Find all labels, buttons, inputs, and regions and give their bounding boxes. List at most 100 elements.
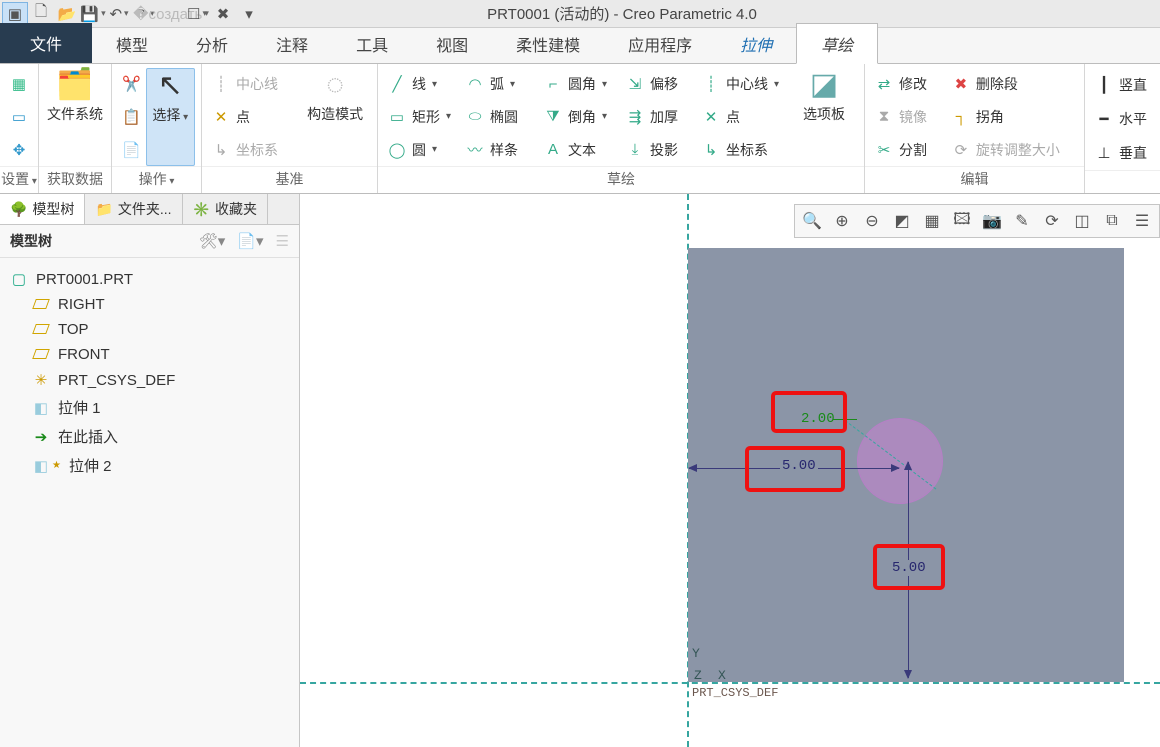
folder-icon: 📁 <box>95 201 112 218</box>
datum-csys[interactable]: ↳坐标系 <box>208 136 299 164</box>
sk-line[interactable]: ╱线 <box>384 70 462 98</box>
sk-csys[interactable]: ↳坐标系 <box>698 136 790 164</box>
cut-icon[interactable]: ✂️ <box>118 70 146 98</box>
tree-extrude-2[interactable]: ◧★拉伸 2 <box>28 451 293 480</box>
ed-delseg[interactable]: ✖删除段 <box>948 70 1078 98</box>
shaded-icon[interactable]: ▦ <box>918 208 946 234</box>
perspective-icon[interactable]: ⧉ <box>1098 208 1126 234</box>
copy-icon[interactable]: 📋 <box>118 103 146 131</box>
cursor-icon: ↖ <box>158 71 183 101</box>
sk-arc[interactable]: ◠弧 <box>462 70 540 98</box>
sk-offset[interactable]: ⇲偏移 <box>622 70 698 98</box>
zoom-in-icon[interactable]: ⊕ <box>828 208 856 234</box>
tree-csys[interactable]: ✳PRT_CSYS_DEF <box>28 367 293 393</box>
paste-icon[interactable]: 📄 <box>118 136 146 164</box>
sk-rect[interactable]: ▭矩形 <box>384 103 462 131</box>
ed-divide[interactable]: ✂分割 <box>871 136 948 164</box>
ed-corner[interactable]: ┐拐角 <box>948 103 1078 131</box>
setup-grid-icon[interactable]: ▦ <box>6 70 32 98</box>
tab-extrude[interactable]: 拉伸 <box>716 24 796 63</box>
sk-point[interactable]: ✕点 <box>698 103 790 131</box>
tree-insert-here[interactable]: ➔在此插入 <box>28 422 293 451</box>
tab-sketch[interactable]: 草绘 <box>796 23 878 64</box>
ed-rotrsz[interactable]: ⟳旋转调整大小 <box>948 136 1078 164</box>
star-badge-icon: ★ <box>52 460 61 471</box>
select-button[interactable]: ↖ 选择 <box>146 68 195 166</box>
navtab-favorites[interactable]: ✳️收藏夹 <box>183 194 268 224</box>
zoom-out-icon[interactable]: ⊖ <box>858 208 886 234</box>
tree-root[interactable]: ▢PRT0001.PRT <box>6 266 293 292</box>
refit-icon[interactable]: ◩ <box>888 208 916 234</box>
layers-icon[interactable]: ☰ <box>1128 208 1156 234</box>
setup-csys-icon[interactable]: ✥ <box>6 136 32 164</box>
tree-plane-top[interactable]: TOP <box>28 317 293 342</box>
sk-fillet[interactable]: ⌐圆角 <box>540 70 622 98</box>
sk-thicken[interactable]: ⇶加厚 <box>622 103 698 131</box>
tab-view[interactable]: 视图 <box>412 24 492 63</box>
plane-icon <box>32 296 50 313</box>
highlight-box-dim-diam <box>771 391 847 433</box>
tab-analysis[interactable]: 分析 <box>172 24 252 63</box>
saved-view-icon[interactable]: 🖾 <box>948 208 976 234</box>
cn-perp[interactable]: ⊥垂直 <box>1091 139 1160 167</box>
ed-mirror[interactable]: ⧗镜像 <box>871 103 948 131</box>
tab-file[interactable]: 文件 <box>0 23 92 63</box>
qat-app-icon[interactable]: ▣ <box>2 2 28 26</box>
view-toolbar: 🔍 ⊕ ⊖ ◩ ▦ 🖾 📷 ✎ ⟳ ◫ ⧉ ☰ <box>794 204 1160 238</box>
tree-extrude-1[interactable]: ◧拉伸 1 <box>28 393 293 422</box>
group-ops-label[interactable]: 操作 <box>112 166 201 193</box>
graphics-area[interactable]: 5.00 5.00 2.00 Y X Z PRT_CSYS_DEF 🔍 ⊕ ⊖ … <box>300 194 1160 747</box>
sk-palette[interactable]: ◪ 选项板 <box>790 68 858 166</box>
tree-plane-right[interactable]: RIGHT <box>28 292 293 317</box>
tab-model[interactable]: 模型 <box>92 24 172 63</box>
sk-chamfer[interactable]: ⧩倒角 <box>540 103 622 131</box>
tab-flex[interactable]: 柔性建模 <box>492 24 604 63</box>
select-label: 选择 <box>152 105 188 125</box>
construction-mode[interactable]: ◌ 构造模式 <box>299 68 371 166</box>
part-icon: ▢ <box>10 270 28 288</box>
navtab-model-tree[interactable]: 🌳模型树 <box>0 194 85 224</box>
qat-open-icon[interactable]: 📂 <box>54 2 80 26</box>
tree-settings-icon[interactable]: 🛠▾ <box>199 232 226 250</box>
axis-y-label: Y <box>692 646 700 661</box>
tree-plane-front[interactable]: FRONT <box>28 342 293 367</box>
tab-tools[interactable]: 工具 <box>332 24 412 63</box>
snapshot-icon[interactable]: 📷 <box>978 208 1006 234</box>
group-setup-label[interactable]: 设置 <box>0 166 38 193</box>
sk-spline[interactable]: 〰样条 <box>462 136 540 164</box>
datum-centerline[interactable]: ┊中心线 <box>208 70 299 98</box>
display-style-icon[interactable]: ◫ <box>1068 208 1096 234</box>
qat-windows-icon[interactable]: ☐ <box>184 2 210 26</box>
qat-close-icon[interactable]: ✖ <box>210 2 236 26</box>
arrow-right-icon: ➔ <box>32 428 50 446</box>
cn-vert[interactable]: ┃竖直 <box>1091 71 1160 99</box>
setup-ref-icon[interactable]: ▭ <box>6 103 32 131</box>
sk-ellipse[interactable]: ⬭椭圆 <box>462 103 540 131</box>
navigator-tabs: 🌳模型树 📁文件夹... ✳️收藏夹 <box>0 194 299 225</box>
ed-modify[interactable]: ⇄修改 <box>871 70 948 98</box>
tree-header: 模型树 🛠▾ 📄▾ ☰ <box>0 225 299 258</box>
tab-annotate[interactable]: 注释 <box>252 24 332 63</box>
qat-more-icon[interactable]: ▾ <box>236 2 262 26</box>
navtab-folder[interactable]: 📁文件夹... <box>85 194 182 224</box>
qat-new-icon[interactable]: 🗋 <box>28 2 54 26</box>
zoom-fit-icon[interactable]: 🔍 <box>798 208 826 234</box>
spin-center-icon[interactable]: ⟳ <box>1038 208 1066 234</box>
sk-circle[interactable]: ◯圆 <box>384 136 462 164</box>
sk-project[interactable]: ⤓投影 <box>622 136 698 164</box>
filesystem-button[interactable]: 🗂️ 文件系统 <box>45 68 105 166</box>
qat-regen-icon[interactable]: �создать <box>158 2 184 26</box>
folder-share-icon: 🗂️ <box>56 70 93 100</box>
tree-show-icon[interactable]: 📄▾ <box>237 232 263 250</box>
cn-horiz[interactable]: ━水平 <box>1091 105 1160 133</box>
tree-filter-icon[interactable]: ☰ <box>276 232 289 250</box>
qat-save-icon[interactable]: 💾 <box>80 2 106 26</box>
sk-centerline[interactable]: ┊中心线 <box>698 70 790 98</box>
sk-text[interactable]: A文本 <box>540 136 622 164</box>
qat-undo-icon[interactable]: ↶ <box>106 2 132 26</box>
datum-point[interactable]: ✕点 <box>208 103 299 131</box>
tab-apps[interactable]: 应用程序 <box>604 24 716 63</box>
construction-label: 构造模式 <box>307 104 363 124</box>
annotations-icon[interactable]: ✎ <box>1008 208 1036 234</box>
horizontal-centerline <box>300 682 1160 684</box>
